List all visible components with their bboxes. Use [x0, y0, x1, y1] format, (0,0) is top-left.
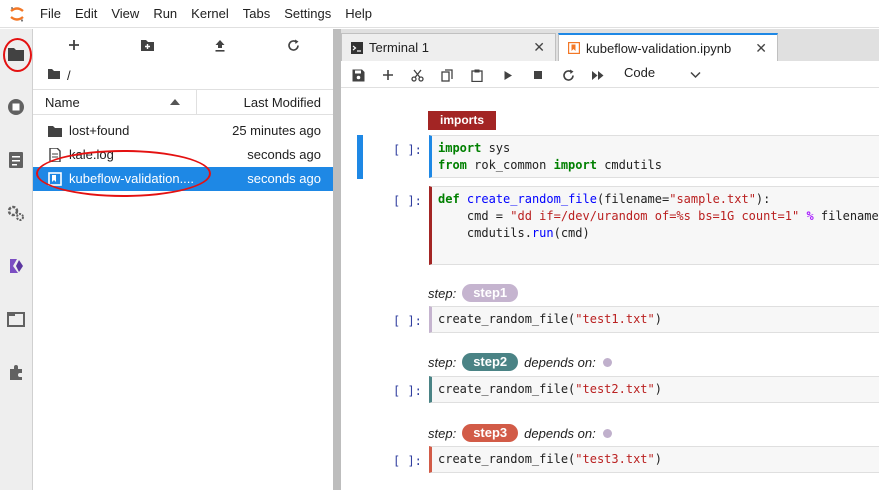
menu-bar: File Edit View Run Kernel Tabs Settings …: [0, 0, 879, 28]
notebook-toolbar: Code: [341, 61, 879, 88]
code-cell-imports[interactable]: import sys from rok_common import cmduti…: [429, 135, 879, 178]
panel-splitter[interactable]: [333, 29, 341, 490]
file-row-kubeflow-validation[interactable]: kubeflow-validation.... seconds ago: [33, 167, 333, 191]
tab-bar: Terminal 1 ✕ kubeflow-validation.ipynb ✕: [341, 29, 879, 61]
step-pill-step1: step1: [462, 284, 519, 302]
imports-tag: imports: [428, 111, 496, 130]
notebook-panel: imports [ ]: import sys from rok_common …: [341, 88, 879, 490]
new-folder-icon[interactable]: [139, 37, 155, 53]
menu-edit[interactable]: Edit: [68, 0, 104, 28]
menu-help[interactable]: Help: [338, 0, 379, 28]
dependency-dot: [602, 357, 612, 367]
cut-icon[interactable]: [409, 67, 425, 83]
breadcrumb-root[interactable]: /: [67, 68, 71, 83]
code-cell-step1[interactable]: create_random_file("test1.txt"): [429, 306, 879, 333]
step-label-step3: step: step3 depends on:: [428, 424, 612, 442]
step-prefix: step:: [428, 425, 457, 441]
paste-icon[interactable]: [469, 67, 485, 83]
menu-file[interactable]: File: [33, 0, 68, 28]
fast-forward-icon[interactable]: [590, 67, 606, 83]
file-modified: seconds ago: [247, 147, 321, 162]
menu-tabs[interactable]: Tabs: [236, 0, 277, 28]
column-name-header[interactable]: Name: [45, 95, 80, 110]
step-pill-step3: step3: [462, 424, 519, 442]
commands-icon[interactable]: [6, 150, 26, 170]
save-icon[interactable]: [350, 67, 366, 83]
upload-icon[interactable]: [212, 37, 228, 53]
close-icon[interactable]: ✕: [755, 40, 767, 57]
step-prefix: step:: [428, 285, 457, 301]
file-name: kale.log: [69, 147, 114, 162]
close-icon[interactable]: ✕: [533, 39, 545, 56]
terminal-icon: [351, 41, 363, 54]
file-name: kubeflow-validation....: [69, 171, 195, 186]
cell-prompt: [ ]:: [393, 384, 422, 398]
property-inspector-icon[interactable]: [6, 203, 26, 223]
extensions-icon[interactable]: [6, 362, 26, 382]
refresh-icon[interactable]: [285, 37, 301, 53]
code-cell-function[interactable]: def create_random_file(filename="sample.…: [429, 186, 879, 265]
running-icon[interactable]: [6, 97, 26, 117]
sort-ascending-icon: [170, 99, 180, 105]
file-browser: / Name Last Modified lost+found 25 minut…: [33, 29, 333, 490]
chevron-down-icon[interactable]: [690, 67, 701, 82]
file-row-lost-found[interactable]: lost+found 25 minutes ago: [33, 119, 333, 143]
new-launcher-plus-icon[interactable]: [66, 37, 82, 53]
left-sidebar: [0, 29, 33, 490]
step-prefix: step:: [428, 354, 457, 370]
kubeflow-kale-icon[interactable]: [6, 256, 26, 276]
notebook-icon: [568, 42, 580, 54]
file-name: lost+found: [69, 123, 130, 138]
copy-icon[interactable]: [439, 67, 455, 83]
column-last-modified-header[interactable]: Last Modified: [244, 95, 321, 110]
breadcrumb: /: [33, 61, 333, 89]
file-row-kale-log[interactable]: kale.log seconds ago: [33, 143, 333, 167]
tab-terminal-1[interactable]: Terminal 1 ✕: [341, 33, 556, 61]
code-cell-step2[interactable]: create_random_file("test2.txt"): [429, 376, 879, 403]
run-icon[interactable]: [500, 67, 516, 83]
depends-on-label: depends on:: [524, 425, 596, 441]
restart-icon[interactable]: [560, 67, 576, 83]
file-modified: 25 minutes ago: [232, 123, 321, 138]
menu-kernel[interactable]: Kernel: [184, 0, 236, 28]
stop-icon[interactable]: [530, 67, 546, 83]
column-divider[interactable]: [196, 90, 197, 114]
home-folder-icon[interactable]: [47, 68, 61, 83]
tab-label: Terminal 1: [369, 40, 429, 55]
folder-icon: [48, 126, 62, 137]
file-list-header: Name Last Modified: [33, 89, 333, 115]
menu-view[interactable]: View: [104, 0, 146, 28]
tab-label: kubeflow-validation.ipynb: [586, 40, 732, 56]
code-cell-step3[interactable]: create_random_file("test3.txt"): [429, 446, 879, 473]
folder-icon[interactable]: [6, 44, 26, 64]
step-pill-step2: step2: [462, 353, 519, 371]
step-label-step2: step: step2 depends on:: [428, 353, 612, 371]
file-modified: seconds ago: [247, 171, 321, 186]
cell-prompt: [ ]:: [393, 314, 422, 328]
dependency-dot: [602, 428, 612, 438]
step-label-step1: step: step1: [428, 284, 519, 302]
depends-on-label: depends on:: [524, 354, 596, 370]
cell-prompt: [ ]:: [393, 194, 422, 208]
insert-cell-plus-icon[interactable]: [380, 67, 396, 83]
file-icon: [49, 148, 61, 162]
jupyter-logo-icon: [0, 0, 33, 28]
notebook-icon: [48, 172, 62, 186]
active-cell-indicator: [357, 135, 363, 179]
cell-prompt: [ ]:: [393, 143, 422, 157]
file-browser-toolbar: [33, 29, 333, 61]
tabs-icon[interactable]: [6, 309, 26, 329]
menu-settings[interactable]: Settings: [277, 0, 338, 28]
menu-run[interactable]: Run: [146, 0, 184, 28]
tab-kubeflow-validation[interactable]: kubeflow-validation.ipynb ✕: [558, 33, 778, 61]
cell-prompt: [ ]:: [393, 454, 422, 468]
cell-type-select[interactable]: Code: [624, 65, 655, 80]
